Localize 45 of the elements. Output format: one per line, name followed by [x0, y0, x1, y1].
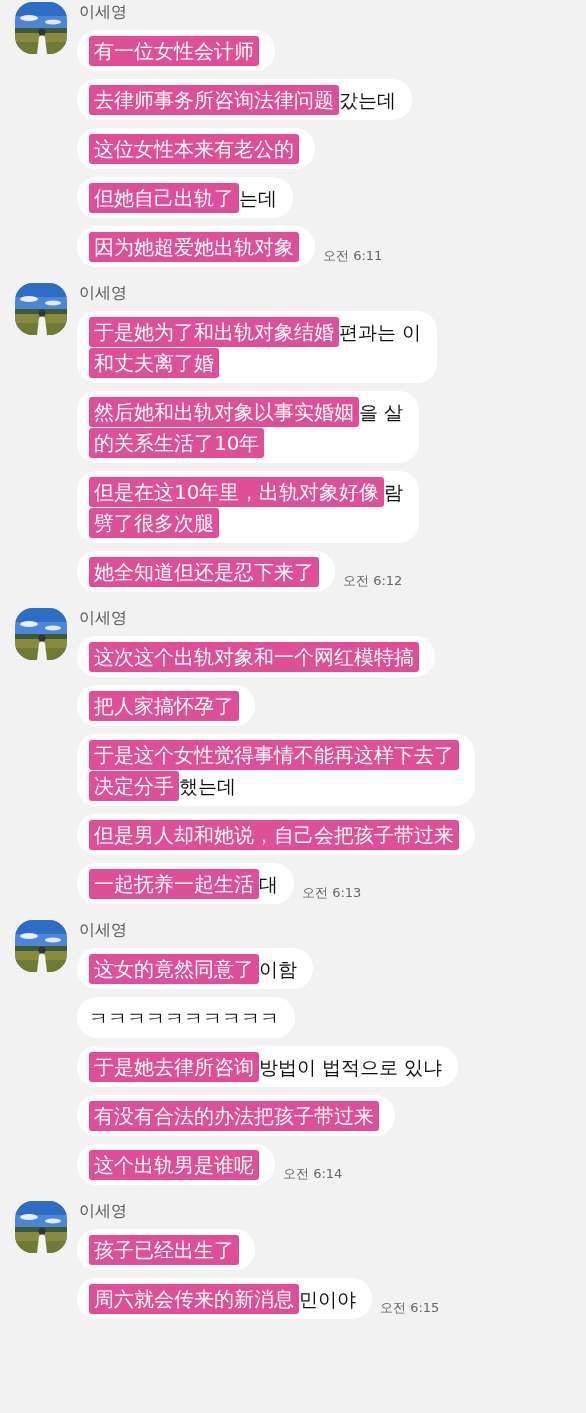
subtitle-caption: 有没有合法的办法把孩子带过来 — [89, 1100, 379, 1131]
message-text: 람 — [384, 479, 404, 505]
message-text: 을 살 — [359, 399, 404, 425]
subtitle-caption: 因为她超爱她出轨对象 — [89, 231, 299, 262]
sender-name: 이세영 — [79, 2, 128, 22]
subtitle-caption: 把人家搞怀孕了 — [89, 690, 239, 721]
message-text: 이함 — [259, 956, 297, 982]
subtitle-caption: 一起抚养一起生活 — [89, 868, 259, 899]
sender-name: 이세영 — [79, 920, 128, 940]
message-text: ㅋㅋㅋㅋㅋㅋㅋㅋㅋㅋ — [89, 1005, 279, 1031]
subtitle-caption: 这个出轨男是谁呢 — [89, 1149, 259, 1180]
message-text: 갔는데 — [339, 87, 396, 113]
timestamp: 오전 6:14 — [283, 1164, 343, 1183]
timestamp: 오전 6:13 — [302, 883, 362, 902]
subtitle-caption: 的关系生活了10年 — [89, 427, 265, 458]
message-text: 방법이 법적으로 있냐 — [259, 1054, 443, 1080]
message-text: 대 — [259, 871, 278, 897]
subtitle-caption: 决定分手 — [89, 770, 179, 801]
message-text: 는데 — [239, 185, 277, 211]
message-text: 편과는 이 — [339, 319, 422, 345]
subtitle-caption: 这次这个出轨对象和一个网红模特搞 — [89, 641, 419, 672]
subtitle-caption: 于是她去律所咨询 — [89, 1051, 259, 1082]
subtitle-caption: 周六就会传来的新消息 — [89, 1283, 299, 1314]
sender-name: 이세영 — [79, 608, 128, 628]
subtitle-caption: 去律师事务所咨询法律问题 — [89, 84, 339, 115]
subtitle-caption: 但是男人却和她说，自己会把孩子带过来 — [89, 819, 459, 850]
timestamp: 오전 6:11 — [323, 246, 383, 265]
sender-name: 이세영 — [79, 283, 128, 303]
subtitle-caption: 但她自己出轨了 — [89, 182, 239, 213]
subtitle-caption: 但是在这10年里，出轨对象好像 — [89, 476, 385, 507]
subtitle-caption: 她全知道但还是忍下来了 — [89, 556, 319, 587]
subtitle-caption: 于是她为了和出轨对象结婚 — [89, 316, 339, 347]
sender-name: 이세영 — [79, 1201, 128, 1221]
timestamp: 오전 6:15 — [380, 1298, 440, 1317]
subtitle-caption: 和丈夫离了婚 — [89, 347, 219, 378]
subtitle-caption: 有一位女性会计师 — [89, 35, 259, 66]
subtitle-caption: 劈了很多次腿 — [89, 507, 219, 538]
message-text: 민이야 — [299, 1286, 356, 1312]
subtitle-caption: 于是这个女性觉得事情不能再这样下去了 — [89, 739, 459, 770]
message-text: 했는데 — [179, 773, 236, 799]
timestamp: 오전 6:12 — [343, 571, 403, 590]
subtitle-caption: 这女的竟然同意了 — [89, 953, 259, 984]
subtitle-caption: 这位女性本来有老公的 — [89, 133, 299, 164]
subtitle-caption: 然后她和出轨对象以事实婚姻 — [89, 396, 359, 427]
subtitle-caption: 孩子已经出生了 — [89, 1234, 239, 1265]
